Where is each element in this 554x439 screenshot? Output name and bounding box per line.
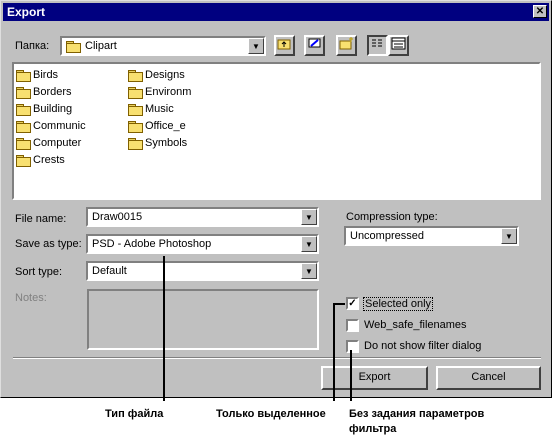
folder-icon	[128, 137, 143, 150]
callout-line-file-type	[163, 256, 165, 401]
export-button[interactable]: Export	[321, 366, 428, 390]
new-folder-icon	[339, 37, 353, 50]
list-item[interactable]: Communic	[16, 120, 86, 133]
notes-label: Notes:	[15, 292, 47, 304]
save-type-dropdown[interactable]: PSD - Adobe Photoshop ▼	[86, 234, 319, 254]
callout-line-no-filter	[350, 350, 352, 401]
new-folder-button[interactable]	[336, 35, 357, 56]
folder-icon	[128, 120, 143, 133]
notes-field	[87, 289, 319, 350]
compression-value: Uncompressed	[350, 230, 424, 242]
list-view-button[interactable]	[367, 35, 388, 56]
list-item[interactable]: Computer	[16, 137, 81, 150]
sort-type-value: Default	[92, 265, 127, 277]
web-safe-label: Web_safe_filenames	[364, 319, 467, 331]
divider	[13, 357, 541, 359]
folder-list[interactable]: Birds Borders Building Communic Computer…	[12, 62, 541, 200]
lookin-value: Clipart	[85, 40, 117, 52]
file-name-label: File name:	[15, 213, 67, 225]
folder-icon	[16, 69, 31, 82]
lookin-label: Папка:	[15, 40, 50, 52]
list-item[interactable]: Building	[16, 103, 72, 116]
up-folder-icon	[277, 39, 291, 50]
callout-line-selected-only	[333, 303, 335, 401]
title-bar: Export ✕	[3, 3, 549, 21]
chevron-down-icon[interactable]: ▼	[301, 263, 317, 279]
close-button[interactable]: ✕	[533, 5, 547, 18]
callout-no-filter-line2: фильтра	[349, 423, 397, 435]
list-item[interactable]: Symbols	[128, 137, 187, 150]
folder-icon	[128, 103, 143, 116]
list-item[interactable]: Office_e	[128, 120, 186, 133]
web-safe-checkbox[interactable]	[346, 319, 359, 332]
chevron-down-icon[interactable]: ▼	[301, 236, 317, 252]
folder-icon	[16, 154, 31, 167]
save-type-value: PSD - Adobe Photoshop	[92, 238, 212, 250]
callout-selected-only: Только выделенное	[216, 408, 326, 420]
folder-icon	[16, 120, 31, 133]
callout-file-type: Тип файла	[105, 408, 164, 420]
no-filter-label: Do not show filter dialog	[364, 340, 482, 352]
details-view-button[interactable]	[388, 35, 409, 56]
callout-no-filter-line1: Без задания параметров	[349, 408, 485, 420]
export-dialog: Export ✕ Папка: Clipart ▼ Birds Borders …	[0, 0, 552, 398]
file-name-value: Draw0015	[92, 211, 143, 223]
file-name-field[interactable]: Draw0015 ▼	[86, 207, 319, 227]
desktop-button[interactable]	[304, 35, 325, 56]
cancel-button[interactable]: Cancel	[436, 366, 541, 390]
list-item[interactable]: Music	[128, 103, 174, 116]
list-view-icon	[372, 39, 382, 47]
sort-type-label: Sort type:	[15, 266, 63, 278]
sort-type-dropdown[interactable]: Default ▼	[86, 261, 319, 281]
list-item[interactable]: Crests	[16, 154, 65, 167]
folder-icon	[16, 86, 31, 99]
chevron-down-icon[interactable]: ▼	[248, 38, 264, 54]
chevron-down-icon[interactable]: ▼	[301, 209, 317, 225]
compression-label: Compression type:	[346, 211, 438, 223]
no-filter-checkbox[interactable]	[346, 340, 359, 353]
list-item[interactable]: Birds	[16, 69, 58, 82]
list-item[interactable]: Environm	[128, 86, 191, 99]
selected-only-checkbox[interactable]: ✓	[346, 297, 359, 310]
lookin-dropdown[interactable]: Clipart ▼	[60, 36, 266, 56]
folder-icon	[16, 103, 31, 116]
folder-icon	[16, 137, 31, 150]
details-view-icon	[391, 37, 406, 50]
selected-only-label: Selected only	[363, 297, 434, 311]
dialog-title: Export	[7, 5, 46, 19]
up-folder-button[interactable]	[274, 35, 295, 56]
compression-dropdown[interactable]: Uncompressed ▼	[344, 226, 519, 246]
chevron-down-icon[interactable]: ▼	[501, 228, 517, 244]
desktop-icon	[308, 38, 321, 48]
save-type-label: Save as type:	[15, 238, 82, 250]
callout-tick-selected-only	[333, 303, 345, 305]
list-item[interactable]: Borders	[16, 86, 72, 99]
folder-icon	[128, 69, 143, 82]
list-item[interactable]: Designs	[128, 69, 185, 82]
folder-icon	[128, 86, 143, 99]
